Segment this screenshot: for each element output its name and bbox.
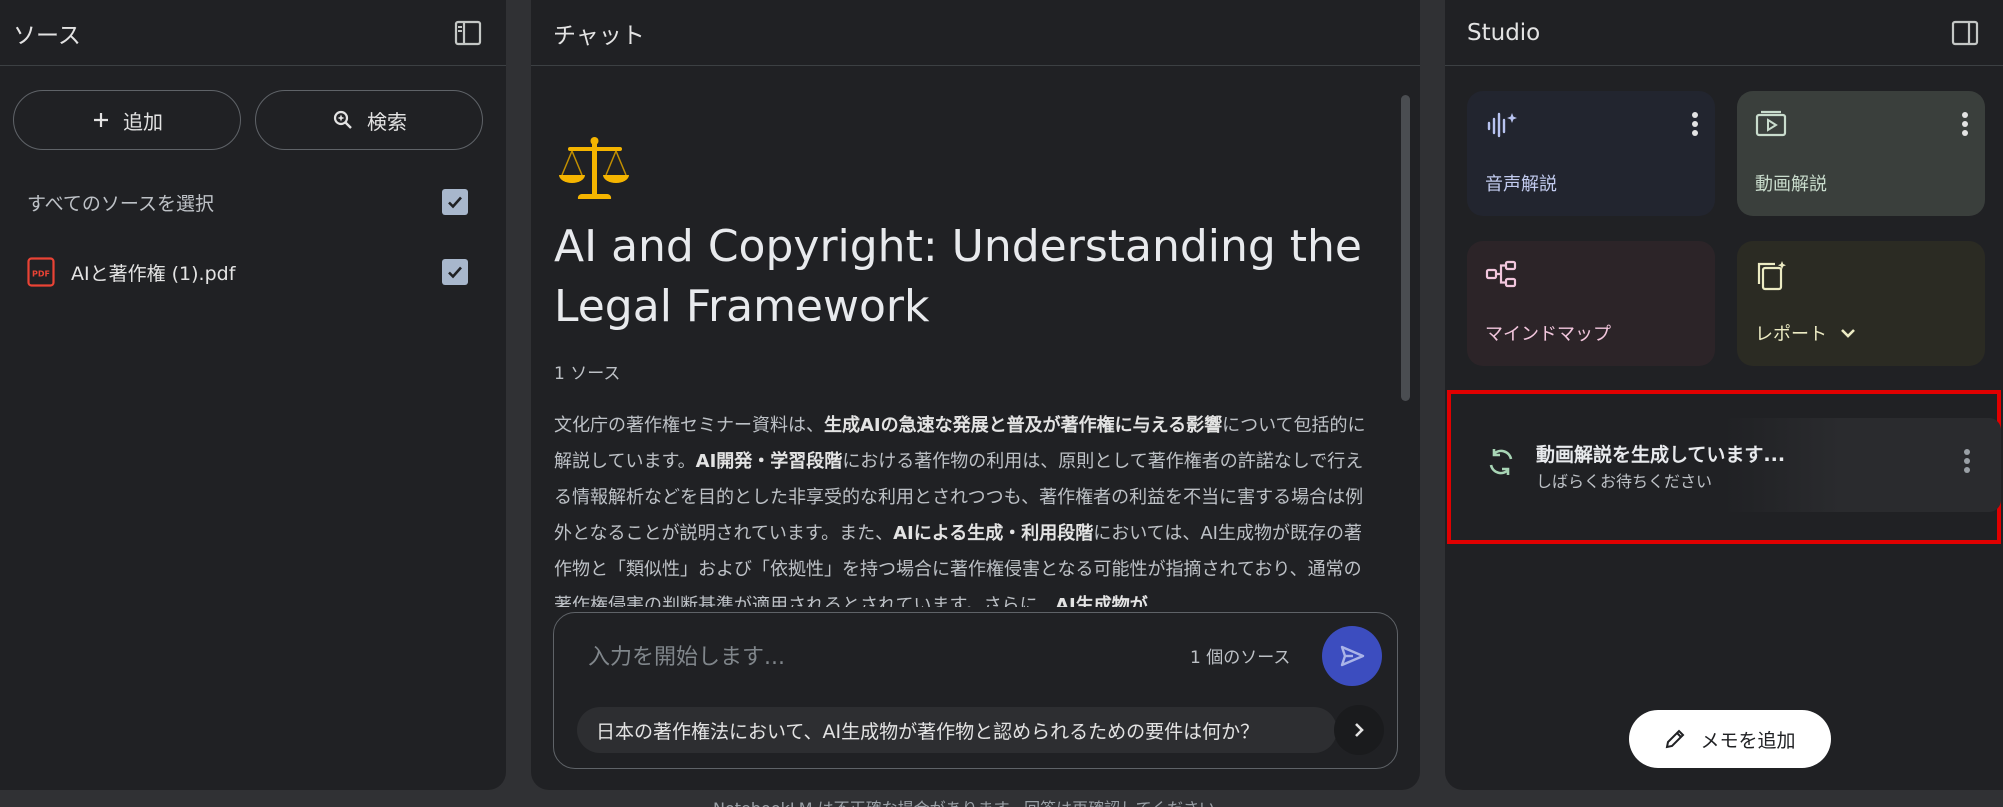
select-all-checkbox[interactable]	[442, 189, 468, 215]
chat-composer: 入力を開始します... 1 個のソース 日本の著作権法において、AI生成物が著作…	[553, 612, 1398, 769]
notebook-heading: AI and Copyright: Understanding the Lega…	[554, 221, 1363, 332]
sources-title: ソース	[13, 22, 81, 49]
video-overview-tile[interactable]: 動画解説	[1737, 91, 1985, 216]
chevron-down-icon	[1841, 329, 1855, 338]
chat-panel: チャット AI and Copyright: Understanding the…	[531, 0, 1420, 790]
select-all-row[interactable]: すべてのソースを選択	[0, 180, 506, 224]
audio-spark-icon	[1487, 112, 1517, 138]
video-overview-label: 動画解説	[1755, 174, 1827, 195]
summary-segment: AI生成物が	[1055, 595, 1148, 607]
mindmap-label: マインドマップ	[1485, 324, 1611, 345]
summary-segment: AIによる生成・利用段階	[893, 523, 1094, 544]
chat-input[interactable]: 入力を開始します...	[588, 639, 785, 671]
more-vert-icon[interactable]	[1963, 448, 1971, 478]
chat-scrollbar[interactable]	[1401, 95, 1410, 401]
collapse-panel-icon[interactable]	[452, 17, 484, 49]
sync-icon	[1489, 449, 1513, 475]
generating-title: 動画解説を生成しています...	[1536, 444, 1786, 466]
balance-scale-icon	[559, 137, 629, 199]
pdf-icon: PDF	[27, 257, 55, 287]
svg-text:PDF: PDF	[32, 270, 50, 279]
summary-segment: 文化庁の著作権セミナー資料は、	[554, 415, 824, 436]
add-source-button[interactable]: 追加	[13, 90, 241, 150]
search-source-label: 検索	[367, 109, 407, 134]
source-file-name: AIと著作権 (1).pdf	[71, 262, 236, 285]
chat-content: AI and Copyright: Understanding the Lega…	[531, 67, 1420, 607]
more-vert-icon[interactable]	[1961, 111, 1969, 141]
report-spark-icon	[1757, 261, 1786, 291]
summary-segment: 生成AIの急速な発展と普及が著作権に与える影響	[824, 415, 1223, 436]
collapse-panel-icon[interactable]	[1949, 17, 1981, 49]
report-label-text: レポート	[1755, 324, 1827, 345]
video-play-icon	[1755, 110, 1787, 137]
audio-overview-tile[interactable]: 音声解説	[1467, 91, 1715, 216]
source-item[interactable]: PDF AIと著作権 (1).pdf	[0, 250, 506, 294]
add-note-button[interactable]: メモを追加	[1629, 710, 1831, 768]
search-source-button[interactable]: 検索	[255, 90, 483, 150]
notebook-summary: 文化庁の著作権セミナー資料は、生成AIの急速な発展と普及が著作権に与える影響につ…	[554, 408, 1370, 607]
chat-title: チャット	[553, 22, 645, 49]
generating-item[interactable]: 動画解説を生成しています... しばらくお待ちください	[1467, 418, 2001, 512]
chat-header: チャット	[531, 0, 1420, 66]
studio-title: Studio	[1467, 19, 1541, 46]
summary-segment: AI開発・学習段階	[695, 451, 843, 472]
audio-overview-label: 音声解説	[1485, 174, 1557, 195]
plus-icon	[94, 113, 108, 127]
send-button[interactable]	[1322, 626, 1382, 686]
pencil-icon	[1666, 729, 1685, 749]
search-spark-icon	[333, 110, 352, 129]
generating-subtitle: しばらくお待ちください	[1536, 472, 1713, 491]
sources-header: ソース	[0, 0, 506, 66]
mindmap-icon	[1485, 260, 1517, 288]
report-label[interactable]: レポート	[1755, 320, 1857, 346]
report-tile[interactable]: レポート	[1737, 241, 1985, 366]
notebook-source-count: 1 ソース	[554, 364, 621, 384]
chevron-right-icon	[1355, 723, 1364, 737]
more-vert-icon[interactable]	[1691, 111, 1699, 141]
select-all-label: すべてのソースを選択	[27, 192, 214, 215]
composer-source-count: 1 個のソース	[1190, 648, 1291, 668]
source-item-info: PDF AIと著作権 (1).pdf	[27, 257, 235, 287]
disclaimer: NotebookLM は不正確な場合があります。回答は再確認してください。	[713, 795, 1231, 807]
check-icon	[448, 196, 462, 209]
mindmap-tile[interactable]: マインドマップ	[1467, 241, 1715, 366]
send-icon	[1340, 645, 1365, 667]
studio-header: Studio	[1445, 0, 2003, 66]
sources-panel: ソース 追加 検索 すべてのソースを選択 PDF AIと著作権 (1).pdf	[0, 0, 506, 790]
suggested-question[interactable]: 日本の著作権法において、AI生成物が著作物と認められるための要件は何か？	[577, 707, 1337, 753]
generating-highlight: 動画解説を生成しています... しばらくお待ちください	[1447, 390, 2001, 544]
add-source-label: 追加	[123, 109, 163, 134]
source-actions: 追加 検索	[0, 66, 506, 150]
source-checkbox[interactable]	[442, 259, 468, 285]
add-note-label: メモを追加	[1700, 729, 1796, 752]
check-icon	[448, 266, 462, 279]
next-suggestion-button[interactable]	[1334, 705, 1384, 755]
